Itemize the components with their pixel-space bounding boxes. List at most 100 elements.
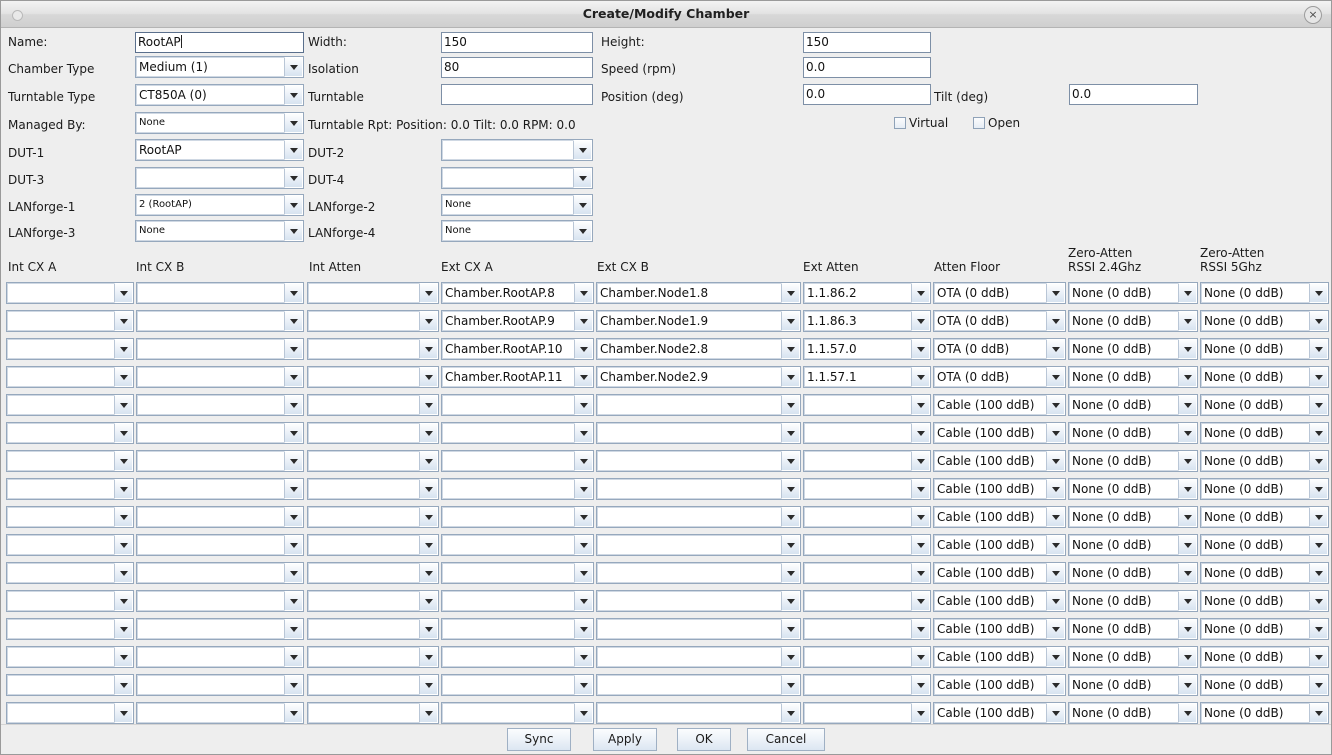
- table-cell-combo[interactable]: [803, 450, 931, 472]
- chevron-down-icon[interactable]: [1046, 507, 1065, 527]
- apply-button[interactable]: Apply: [593, 728, 657, 751]
- chevron-down-icon[interactable]: [284, 451, 303, 471]
- table-cell-combo[interactable]: None (0 ddB): [1200, 394, 1329, 416]
- table-cell-combo[interactable]: None (0 ddB): [1068, 618, 1198, 640]
- chevron-down-icon[interactable]: [1178, 339, 1197, 359]
- chevron-down-icon[interactable]: [284, 113, 303, 133]
- table-cell-combo[interactable]: [6, 534, 134, 556]
- table-cell-combo[interactable]: None (0 ddB): [1200, 590, 1329, 612]
- table-cell-combo[interactable]: [6, 562, 134, 584]
- table-cell-combo[interactable]: [307, 562, 439, 584]
- chevron-down-icon[interactable]: [1046, 423, 1065, 443]
- table-cell-combo[interactable]: [803, 394, 931, 416]
- chevron-down-icon[interactable]: [1046, 535, 1065, 555]
- table-cell-combo[interactable]: None (0 ddB): [1068, 394, 1198, 416]
- table-cell-combo[interactable]: [307, 534, 439, 556]
- close-icon[interactable]: ×: [1304, 6, 1322, 24]
- table-cell-combo[interactable]: None (0 ddB): [1068, 478, 1198, 500]
- chevron-down-icon[interactable]: [1178, 507, 1197, 527]
- table-cell-combo[interactable]: [803, 506, 931, 528]
- chevron-down-icon[interactable]: [1309, 703, 1328, 723]
- chevron-down-icon[interactable]: [114, 423, 133, 443]
- chevron-down-icon[interactable]: [1309, 451, 1328, 471]
- chevron-down-icon[interactable]: [284, 140, 303, 160]
- table-cell-combo[interactable]: [596, 646, 801, 668]
- chevron-down-icon[interactable]: [1309, 395, 1328, 415]
- speed-input[interactable]: 0.0: [803, 57, 931, 78]
- chevron-down-icon[interactable]: [781, 591, 800, 611]
- table-cell-combo[interactable]: 1.1.57.1: [803, 366, 931, 388]
- chevron-down-icon[interactable]: [781, 479, 800, 499]
- chevron-down-icon[interactable]: [781, 367, 800, 387]
- chevron-down-icon[interactable]: [1046, 451, 1065, 471]
- chevron-down-icon[interactable]: [1178, 423, 1197, 443]
- table-cell-combo[interactable]: Chamber.RootAP.11: [441, 366, 594, 388]
- chevron-down-icon[interactable]: [114, 311, 133, 331]
- chevron-down-icon[interactable]: [573, 168, 592, 188]
- chevron-down-icon[interactable]: [1046, 339, 1065, 359]
- chevron-down-icon[interactable]: [573, 195, 592, 215]
- cancel-button[interactable]: Cancel: [747, 728, 825, 751]
- chevron-down-icon[interactable]: [1046, 367, 1065, 387]
- chevron-down-icon[interactable]: [284, 675, 303, 695]
- name-input[interactable]: RootAP: [135, 32, 304, 53]
- chevron-down-icon[interactable]: [114, 675, 133, 695]
- table-cell-combo[interactable]: [307, 702, 439, 724]
- table-cell-combo[interactable]: [596, 394, 801, 416]
- chevron-down-icon[interactable]: [419, 675, 438, 695]
- chevron-down-icon[interactable]: [573, 221, 592, 241]
- chevron-down-icon[interactable]: [574, 423, 593, 443]
- chevron-down-icon[interactable]: [1178, 563, 1197, 583]
- table-cell-combo[interactable]: [136, 366, 304, 388]
- chevron-down-icon[interactable]: [1309, 367, 1328, 387]
- width-input[interactable]: 150: [441, 32, 593, 53]
- chevron-down-icon[interactable]: [781, 703, 800, 723]
- table-cell-combo[interactable]: None (0 ddB): [1200, 478, 1329, 500]
- table-cell-combo[interactable]: [441, 562, 594, 584]
- chevron-down-icon[interactable]: [114, 395, 133, 415]
- chevron-down-icon[interactable]: [419, 283, 438, 303]
- managed-by-combo[interactable]: None: [135, 112, 304, 134]
- table-cell-combo[interactable]: [136, 422, 304, 444]
- chevron-down-icon[interactable]: [781, 283, 800, 303]
- chevron-down-icon[interactable]: [284, 311, 303, 331]
- lanforge1-combo[interactable]: 2 (RootAP): [135, 194, 304, 216]
- chevron-down-icon[interactable]: [284, 85, 303, 105]
- table-cell-combo[interactable]: [136, 282, 304, 304]
- table-cell-combo[interactable]: Chamber.RootAP.10: [441, 338, 594, 360]
- table-cell-combo[interactable]: Cable (100 ddB): [933, 562, 1066, 584]
- table-cell-combo[interactable]: [6, 478, 134, 500]
- table-cell-combo[interactable]: OTA (0 ddB): [933, 366, 1066, 388]
- chevron-down-icon[interactable]: [419, 563, 438, 583]
- table-cell-combo[interactable]: Chamber.Node2.8: [596, 338, 801, 360]
- chevron-down-icon[interactable]: [284, 647, 303, 667]
- table-cell-combo[interactable]: None (0 ddB): [1068, 534, 1198, 556]
- table-cell-combo[interactable]: [136, 338, 304, 360]
- chevron-down-icon[interactable]: [574, 619, 593, 639]
- table-cell-combo[interactable]: Cable (100 ddB): [933, 618, 1066, 640]
- virtual-checkbox[interactable]: Virtual: [894, 116, 948, 130]
- table-cell-combo[interactable]: [803, 478, 931, 500]
- table-cell-combo[interactable]: [596, 674, 801, 696]
- chevron-down-icon[interactable]: [284, 563, 303, 583]
- chevron-down-icon[interactable]: [419, 535, 438, 555]
- table-cell-combo[interactable]: Chamber.Node2.9: [596, 366, 801, 388]
- table-cell-combo[interactable]: None (0 ddB): [1068, 450, 1198, 472]
- table-cell-combo[interactable]: None (0 ddB): [1200, 422, 1329, 444]
- chevron-down-icon[interactable]: [1178, 647, 1197, 667]
- table-cell-combo[interactable]: [307, 282, 439, 304]
- chevron-down-icon[interactable]: [911, 395, 930, 415]
- chevron-down-icon[interactable]: [781, 535, 800, 555]
- chevron-down-icon[interactable]: [574, 675, 593, 695]
- table-cell-combo[interactable]: Cable (100 ddB): [933, 534, 1066, 556]
- chevron-down-icon[interactable]: [1309, 563, 1328, 583]
- chevron-down-icon[interactable]: [1046, 479, 1065, 499]
- chevron-down-icon[interactable]: [419, 423, 438, 443]
- chevron-down-icon[interactable]: [1046, 675, 1065, 695]
- table-cell-combo[interactable]: None (0 ddB): [1200, 366, 1329, 388]
- chevron-down-icon[interactable]: [284, 703, 303, 723]
- table-cell-combo[interactable]: [6, 506, 134, 528]
- chevron-down-icon[interactable]: [1046, 591, 1065, 611]
- table-cell-combo[interactable]: [6, 450, 134, 472]
- ok-button[interactable]: OK: [677, 728, 731, 751]
